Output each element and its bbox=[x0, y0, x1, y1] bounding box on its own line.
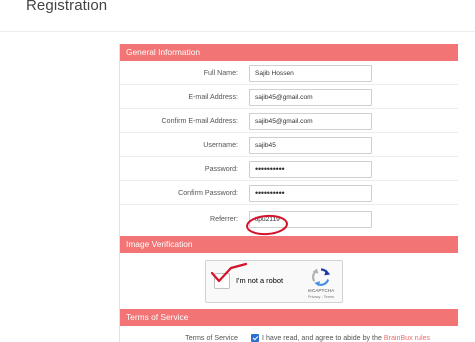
recaptcha-icon bbox=[312, 268, 331, 287]
terms-text-prefix: I have read, and agree to abide by the bbox=[262, 334, 382, 342]
password-label: Password: bbox=[204, 165, 238, 173]
section-header-terms: Terms of Service bbox=[120, 309, 458, 326]
email-label: E-mail Address: bbox=[188, 93, 238, 101]
section-header-image-verification: Image Verification bbox=[120, 236, 458, 253]
confirm-password-field[interactable]: •••••••••• bbox=[249, 185, 372, 202]
confirm-email-field[interactable]: sajib45@gmail.com bbox=[249, 113, 372, 130]
form-row-email: E-mail Address: sajib45@gmail.com bbox=[120, 85, 458, 109]
registration-form: General Information Full Name: Sajib Hos… bbox=[119, 44, 458, 342]
form-row-terms: Terms of Service I have read, and agree … bbox=[120, 326, 458, 342]
form-row-username: Username: sajib45 bbox=[120, 133, 458, 157]
form-row-referrer: Referrer: tipu2119 bbox=[120, 205, 458, 236]
email-field[interactable]: sajib45@gmail.com bbox=[249, 89, 372, 106]
checkbox-checked-icon[interactable] bbox=[251, 334, 259, 342]
password-field[interactable]: •••••••••• bbox=[249, 161, 372, 178]
form-row-confirm-password: Confirm Password: •••••••••• bbox=[120, 181, 458, 205]
terms-label: Terms of Service bbox=[185, 334, 238, 342]
referrer-field[interactable]: tipu2119 bbox=[249, 211, 372, 228]
referrer-label: Referrer: bbox=[210, 215, 238, 223]
recaptcha-brand: reCAPTCHA bbox=[307, 288, 335, 293]
title-divider bbox=[0, 31, 475, 32]
username-field[interactable]: sajib45 bbox=[249, 137, 372, 154]
section-header-general: General Information bbox=[120, 44, 458, 61]
confirm-password-label: Confirm Password: bbox=[178, 189, 238, 197]
recaptcha-widget: I'm not a robot reCAPTCHA Privacy - Term… bbox=[205, 260, 343, 303]
username-label: Username: bbox=[203, 141, 238, 149]
terms-text: I have read, and agree to abide by the B… bbox=[262, 326, 430, 342]
page-title: Registration bbox=[26, 0, 108, 14]
form-row-full-name: Full Name: Sajib Hossen bbox=[120, 61, 458, 85]
captcha-checkbox[interactable] bbox=[214, 273, 230, 289]
full-name-label: Full Name: bbox=[203, 69, 238, 77]
form-row-confirm-email: Confirm E-mail Address: sajib45@gmail.co… bbox=[120, 109, 458, 133]
brainbux-rules-link[interactable]: BrainBux rules bbox=[384, 334, 430, 342]
confirm-email-label: Confirm E-mail Address: bbox=[161, 117, 238, 125]
form-row-password: Password: •••••••••• bbox=[120, 157, 458, 181]
recaptcha-privacy-terms[interactable]: Privacy - Terms bbox=[302, 295, 340, 299]
captcha-label: I'm not a robot bbox=[236, 276, 284, 285]
full-name-field[interactable]: Sajib Hossen bbox=[249, 65, 372, 82]
